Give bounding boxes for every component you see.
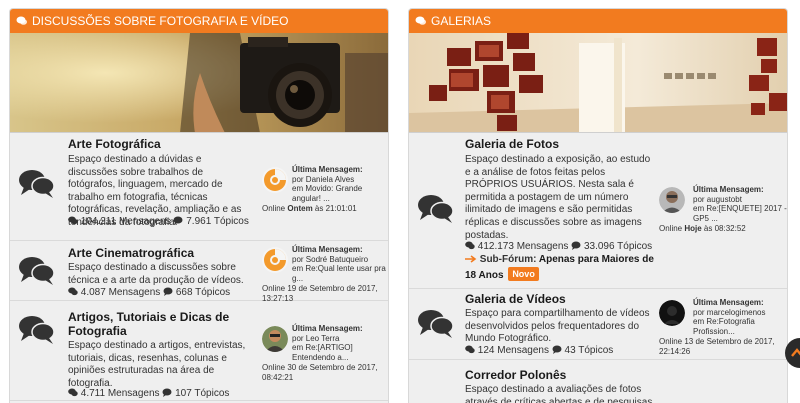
forum-title-link[interactable]: Artigos, Tutoriais e Dicas de Fotografia (68, 310, 238, 338)
comment-icon (163, 287, 173, 299)
forum-stats: 104.211 Mensagens 7.961 Tópicos (68, 216, 249, 228)
last-post-topic[interactable]: em Re:[ENQUETE] 2017 - GP5 ... (659, 204, 787, 223)
forum-stats: 412.173 Mensagens 33.096 Tópicos (465, 241, 652, 253)
category-panel-galleries: GALERIAS Galeria de Fotos Espaço destina… (408, 8, 788, 403)
comments-icon (68, 216, 78, 228)
category-header[interactable]: DISCUSSÕES SOBRE FOTOGRAFIA E VÍDEO (10, 9, 388, 33)
messages-count: 4.711 Mensagens (80, 388, 160, 399)
last-post-topic[interactable]: em Re:Fotografia Profission... (659, 317, 787, 336)
category-banner-image (10, 33, 388, 133)
category-header[interactable]: GALERIAS (409, 9, 787, 33)
comments-icon (68, 287, 78, 299)
chat-bubbles-icon (18, 315, 56, 345)
category-title: GALERIAS (431, 14, 492, 28)
chat-bubbles-icon (415, 15, 427, 27)
last-post-author[interactable]: por Leo Terra (262, 334, 388, 344)
category-banner-image (409, 33, 787, 133)
last-post-time: Online Hoje às 08:32:52 (659, 224, 746, 234)
comment-icon (552, 345, 562, 357)
messages-count: 4.087 Mensagens (80, 287, 161, 298)
last-post-author[interactable]: por augustobt (659, 195, 787, 205)
topics-count: 7.961 Tópicos (186, 216, 249, 227)
forum-row[interactable]: Galeria de Fotos Espaço destinado a expo… (409, 134, 787, 289)
last-post-topic[interactable]: em Re:[ARTIGO] Entendendo a... (262, 343, 388, 362)
last-post-label: Última Mensagem: (292, 324, 363, 333)
forum-title-link[interactable]: Arte Cinematrográfica (68, 246, 194, 260)
subforum-link[interactable]: Sub-Fórum: Apenas para Maiores de 18 Ano… (465, 254, 665, 282)
category-panel-discussions: DISCUSSÕES SOBRE FOTOGRAFIA E VÍDEO Arte… (9, 8, 389, 403)
chat-bubbles-icon (417, 309, 455, 339)
last-post-author[interactable]: por Sodré Batuqueiro (262, 255, 388, 265)
forum-title-link[interactable]: Arte Fotográfica (68, 137, 161, 151)
subforum-label: Sub-Fórum: (479, 254, 537, 265)
last-post-time: Online 13 de Setembro de 2017, 22:14:26 (659, 337, 775, 356)
arrow-up-icon (791, 346, 800, 364)
forum-row[interactable]: Corredor Polonês Espaço destinado a aval… (409, 360, 787, 403)
topics-count: 43 Tópicos (564, 345, 614, 356)
last-post-info: Última Mensagem: por Leo Terra em Re:[AR… (262, 324, 388, 383)
chat-bubbles-icon (18, 256, 56, 286)
last-post-info: Última Mensagem: por Daniela Alves em Mo… (262, 165, 388, 214)
last-post-info: Última Mensagem: por Sodré Batuqueiro em… (262, 245, 388, 304)
comments-icon (68, 388, 78, 400)
last-post-topic[interactable]: em Movido: Grande angular! ... (262, 184, 388, 203)
last-post-label: Última Mensagem: (292, 165, 363, 174)
chat-bubbles-icon (18, 169, 56, 199)
comment-icon (162, 388, 172, 400)
last-post-time: Online Ontem às 21:01:01 (262, 204, 357, 214)
comment-icon (571, 241, 581, 253)
forum-description: Espaço destinado a artigos, entrevistas,… (68, 340, 246, 389)
last-post-label: Última Mensagem: (693, 298, 764, 307)
last-post-time: Online 30 de Setembro de 2017, 08:42:21 (262, 363, 378, 382)
comment-icon (173, 216, 183, 228)
forum-row[interactable]: Artigos, Tutoriais e Dicas de Fotografia… (10, 301, 388, 401)
forum-stats: 124 Mensagens 43 Tópicos (465, 345, 613, 357)
forum-description: Espaço destinado a avaliações de fotos a… (465, 384, 653, 403)
forum-row[interactable]: Arte Fotográfica Espaço destinado a dúvi… (10, 134, 388, 241)
last-post-author[interactable]: por Daniela Alves (292, 175, 354, 184)
messages-count: 104.211 Mensagens (80, 216, 171, 227)
topics-count: 33.096 Tópicos (583, 241, 653, 252)
new-badge: Novo (508, 267, 539, 281)
messages-count: 412.173 Mensagens (477, 241, 569, 252)
forum-title-link[interactable]: Galeria de Fotos (465, 137, 559, 151)
last-post-info: Última Mensagem: por augustobt em Re:[EN… (659, 185, 787, 234)
last-post-author[interactable]: por marcelogimenos (659, 308, 787, 318)
comments-icon (465, 345, 475, 357)
forum-description: Espaço destinado a discussões sobre técn… (68, 262, 244, 286)
messages-count: 124 Mensagens (477, 345, 549, 356)
comments-icon (465, 241, 475, 253)
forum-stats: 4.087 Mensagens 668 Tópicos (68, 287, 230, 299)
forum-stats: 4.711 Mensagens 107 Tópicos (68, 388, 229, 400)
arrow-right-icon (465, 255, 477, 267)
forum-row[interactable]: Galeria de Vídeos Espaço para compartilh… (409, 289, 787, 360)
forum-row[interactable]: Arte Cinematrográfica Espaço destinado a… (10, 241, 388, 304)
last-post-topic[interactable]: em Re:Qual lente usar pra g... (262, 264, 388, 283)
forum-description: Espaço destinado a exposição, ao estudo … (465, 154, 651, 241)
forum-description: Espaço para compartilhamento de vídeos d… (465, 308, 650, 345)
topics-count: 107 Tópicos (175, 388, 230, 399)
chat-bubbles-icon (16, 15, 28, 27)
last-post-info: Última Mensagem: por marcelogimenos em R… (659, 298, 787, 357)
forum-title-link[interactable]: Corredor Polonês (465, 368, 566, 382)
chat-bubbles-icon (417, 194, 455, 224)
topics-count: 668 Tópicos (175, 287, 231, 298)
forum-title-link[interactable]: Galeria de Vídeos (465, 292, 566, 306)
last-post-label: Última Mensagem: (292, 245, 363, 254)
last-post-label: Última Mensagem: (693, 185, 764, 194)
category-title: DISCUSSÕES SOBRE FOTOGRAFIA E VÍDEO (32, 14, 289, 28)
